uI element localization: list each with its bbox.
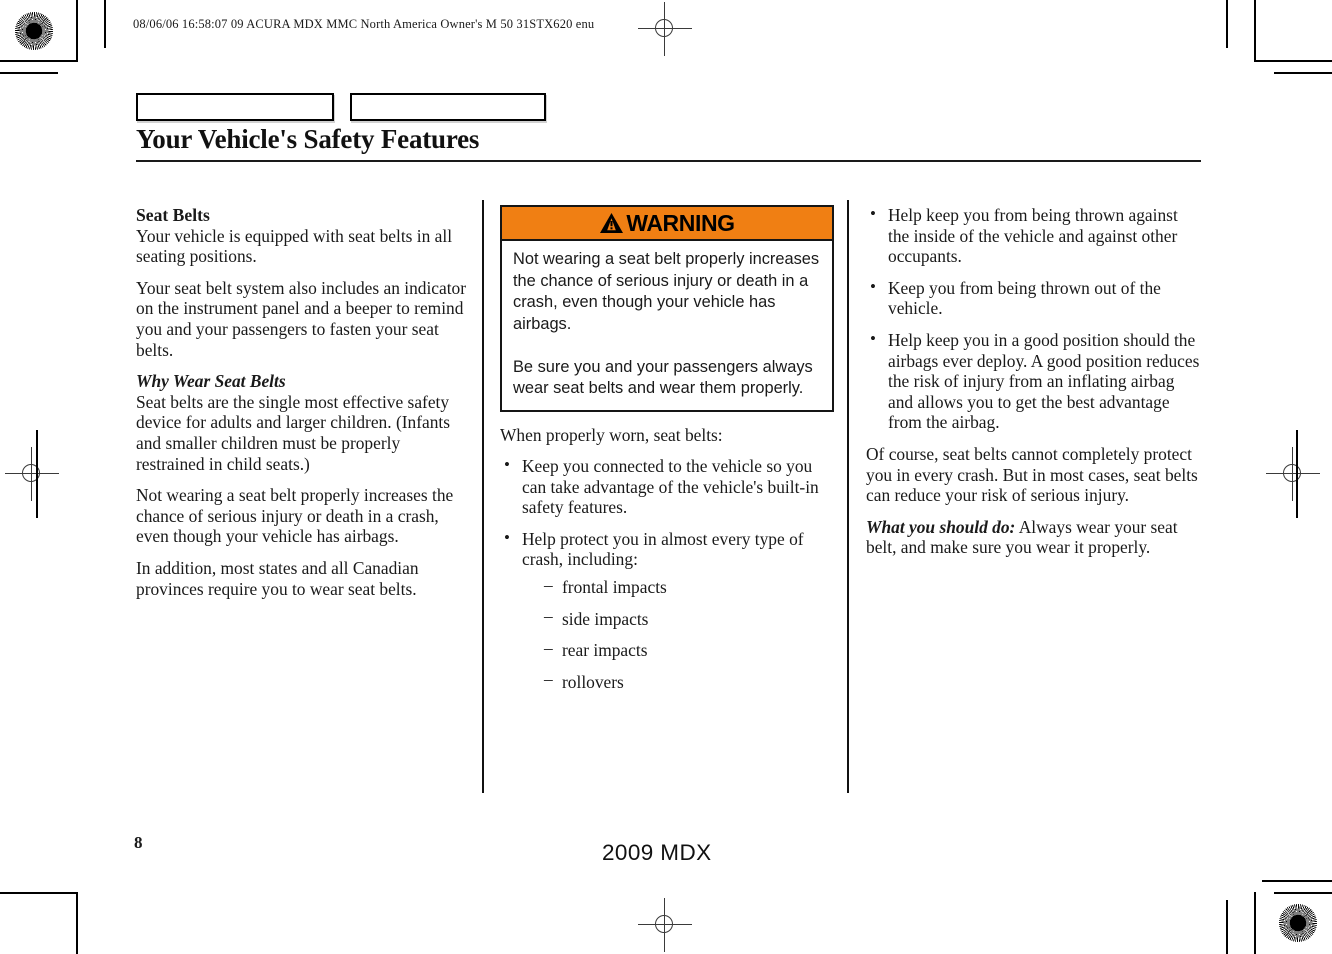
seat-belts-benefits-list-continued: Help keep you from being thrown against … bbox=[866, 204, 1200, 433]
sub-item-text: rear impacts bbox=[562, 640, 648, 661]
sub-item-text: frontal impacts bbox=[562, 577, 667, 598]
list-item: rear impacts bbox=[544, 638, 834, 661]
list-item: Help keep you from being thrown against … bbox=[866, 204, 1200, 267]
warning-body-text-1: Not wearing a seat belt properly increas… bbox=[513, 250, 820, 333]
title-divider-rule bbox=[136, 160, 1201, 162]
crop-mark-bottom-right-inner-vertical bbox=[1226, 900, 1228, 954]
warning-box-header: WARNING bbox=[502, 207, 832, 241]
why-wear-para-2: Not wearing a seat belt properly increas… bbox=[136, 485, 454, 547]
registration-star-bottom-right bbox=[1279, 904, 1317, 942]
bullet-text: Help keep you in a good position should … bbox=[888, 329, 1200, 433]
bullet-text: Help protect you in almost every type of… bbox=[522, 528, 804, 570]
list-item: Keep you connected to the vehicle so you… bbox=[500, 455, 834, 518]
registration-crosshair-left-middle bbox=[5, 447, 59, 501]
list-item: side impacts bbox=[544, 606, 834, 630]
registration-crosshair-right-middle bbox=[1266, 447, 1320, 501]
warning-triangle-icon bbox=[599, 212, 624, 234]
warning-box-body: Not wearing a seat belt properly increas… bbox=[502, 241, 832, 410]
content-column-3: Help keep you from being thrown against … bbox=[866, 204, 1200, 558]
of-course-para: Of course, seat belts cannot completely … bbox=[866, 443, 1198, 506]
crop-mark-top-right-inner-vertical bbox=[1226, 0, 1228, 48]
column-divider-1 bbox=[482, 200, 484, 793]
footer-model-name: 2009 MDX bbox=[602, 840, 712, 865]
seat-belts-heading: Seat Belts bbox=[136, 205, 210, 225]
page-title: Your Vehicle's Safety Features bbox=[136, 124, 480, 154]
print-slug-line: 08/06/06 16:58:07 09 ACURA MDX MMC North… bbox=[133, 17, 595, 31]
column-divider-2 bbox=[847, 200, 849, 793]
crop-mark-top-right-horizontal bbox=[1254, 60, 1332, 62]
section-tab-box-1[interactable] bbox=[136, 93, 334, 121]
seat-belts-benefits-list: Keep you connected to the vehicle so you… bbox=[500, 455, 834, 693]
content-column-2: WARNING Not wearing a seat belt properly… bbox=[500, 205, 834, 703]
crop-mark-right-middle bbox=[1296, 430, 1298, 518]
sub-item-text: side impacts bbox=[562, 608, 649, 629]
list-item: Keep you from being thrown out of the ve… bbox=[866, 277, 1200, 319]
section-tab-box-2[interactable] bbox=[350, 93, 546, 121]
crop-mark-top-right-vertical bbox=[1254, 0, 1256, 62]
list-item: rollovers bbox=[544, 669, 834, 693]
registration-crosshair-bottom-center bbox=[638, 898, 692, 952]
crop-mark-top-left-inner-horizontal bbox=[0, 72, 58, 74]
crop-mark-top-left-horizontal bbox=[0, 60, 78, 62]
what-you-should-do-para: What you should do: Always wear your sea… bbox=[866, 517, 1200, 558]
why-wear-para-3: In addition, most states and all Canadia… bbox=[136, 557, 419, 599]
crop-mark-left-middle bbox=[36, 430, 38, 518]
list-item: Help keep you in a good position should … bbox=[866, 329, 1200, 433]
crop-mark-top-left-inner-vertical bbox=[104, 0, 106, 48]
list-item: Help protect you in almost every type of… bbox=[500, 528, 834, 693]
what-you-should-do-label: What you should do: bbox=[866, 516, 1016, 537]
crop-mark-bottom-right-inner-horizontal bbox=[1262, 880, 1332, 882]
when-properly-worn-intro: When properly worn, seat belts: bbox=[500, 424, 723, 445]
warning-label: WARNING bbox=[626, 209, 735, 236]
page-number: 8 bbox=[134, 833, 143, 852]
why-wear-para-1: Seat belts are the single most effective… bbox=[136, 391, 451, 474]
crop-mark-bottom-left-vertical bbox=[76, 892, 78, 954]
crash-types-sublist: frontal impacts side impacts rear impact… bbox=[522, 575, 834, 693]
list-item: frontal impacts bbox=[544, 575, 834, 598]
warning-box: WARNING Not wearing a seat belt properly… bbox=[500, 205, 834, 412]
registration-crosshair-top-center bbox=[638, 2, 692, 56]
seat-belts-para-2: Your seat belt system also includes an i… bbox=[136, 277, 467, 360]
bullet-text: Help keep you from being thrown against … bbox=[888, 205, 1178, 267]
crop-mark-bottom-right-horizontal bbox=[1274, 892, 1332, 894]
crop-mark-bottom-left-horizontal bbox=[0, 892, 78, 894]
seat-belts-para-1: Your vehicle is equipped with seat belts… bbox=[136, 225, 453, 267]
warning-body-text-2: Be sure you and your passengers always w… bbox=[513, 357, 813, 398]
crop-mark-bottom-right-vertical bbox=[1254, 892, 1256, 954]
crop-mark-top-left-vertical bbox=[76, 0, 78, 62]
bullet-text: Keep you from being thrown out of the ve… bbox=[888, 277, 1161, 319]
warning-body-spacer bbox=[513, 335, 822, 357]
content-column-1: Seat Belts Your vehicle is equipped with… bbox=[136, 205, 470, 610]
crop-mark-top-right-inner-horizontal bbox=[1274, 72, 1332, 74]
why-wear-seat-belts-subheading: Why Wear Seat Belts bbox=[136, 371, 286, 392]
sub-item-text: rollovers bbox=[562, 671, 624, 692]
bullet-text: Keep you connected to the vehicle so you… bbox=[522, 456, 819, 518]
registration-star-top-left bbox=[15, 12, 53, 50]
